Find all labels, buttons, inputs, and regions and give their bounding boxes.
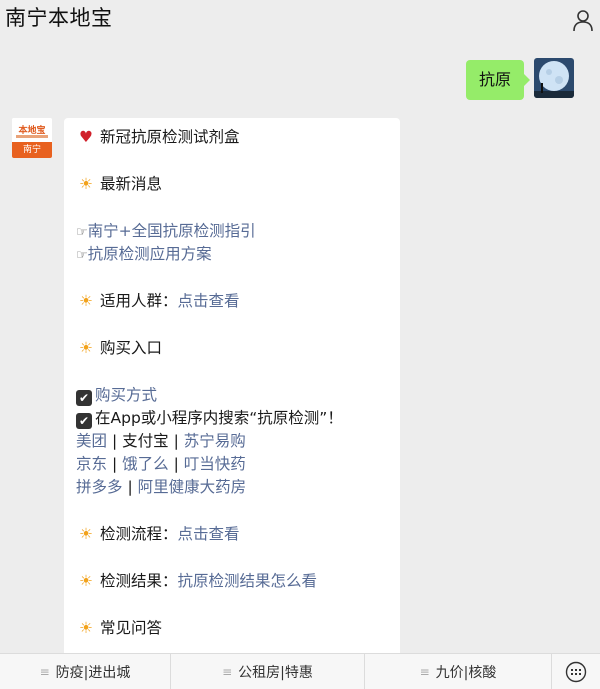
- separator: |: [127, 478, 133, 496]
- process-link[interactable]: 点击查看: [178, 525, 240, 543]
- separator: |: [111, 455, 118, 473]
- menu-icon: ≡: [419, 665, 430, 679]
- checkmark-icon: ✔: [76, 413, 92, 429]
- user-message-bubble[interactable]: 抗原: [465, 60, 531, 100]
- menu-tab-label: 九价|核酸: [435, 665, 497, 681]
- sun-icon: ☀: [79, 339, 93, 357]
- sun-icon: ☀: [79, 619, 93, 637]
- purchase-method-link[interactable]: 购买方式: [95, 386, 157, 404]
- heart-icon: ♥: [79, 128, 93, 146]
- dingdang-link[interactable]: 叮当快药: [184, 455, 246, 473]
- menu-tab-vaccine[interactable]: ≡ 九价|核酸: [365, 654, 552, 689]
- reply-heading: 新冠抗原检测试剂盒: [100, 128, 240, 146]
- meituan-link[interactable]: 美团: [76, 432, 107, 450]
- result-label: 检测结果：: [100, 572, 178, 590]
- menu-icon: ≡: [222, 665, 233, 679]
- jd-link[interactable]: 京东: [76, 455, 107, 473]
- sun-icon: ☀: [79, 175, 93, 193]
- user-profile-icon[interactable]: [572, 9, 594, 33]
- separator: |: [111, 432, 118, 450]
- target-group-link[interactable]: 点击查看: [178, 292, 240, 310]
- bot-logo-city: 南宁: [12, 142, 52, 158]
- result-link[interactable]: 抗原检测结果怎么看: [178, 572, 318, 590]
- bottom-menu: ≡ 防疫|进出城 ≡ 公租房|特惠 ≡ 九价|核酸: [0, 653, 600, 689]
- menu-icon: ≡: [39, 665, 50, 679]
- sun-icon: ☀: [79, 572, 93, 590]
- target-group-label: 适用人群：: [100, 292, 178, 310]
- header: 南宁本地宝: [0, 0, 600, 48]
- bot-reply-bubble: ♥ 新冠抗原检测试剂盒 ☀ 最新消息 ☞南宁+全国抗原检测指引 ☞抗原检测应用方案 …: [64, 118, 400, 658]
- alihealth-link[interactable]: 阿里健康大药房: [138, 478, 247, 496]
- bot-logo-text: 本地宝: [12, 118, 52, 142]
- purchase-heading: 购买入口: [100, 339, 163, 357]
- keyboard-toggle[interactable]: [552, 654, 600, 689]
- menu-tab-housing[interactable]: ≡ 公租房|特惠: [171, 654, 365, 689]
- alipay-text: 支付宝: [122, 432, 169, 450]
- faq-heading: 常见问答: [100, 619, 163, 637]
- pointing-hand-icon: ☞: [76, 248, 88, 263]
- separator: |: [173, 432, 179, 450]
- eleme-link[interactable]: 饿了么: [122, 455, 169, 473]
- sun-icon: ☀: [79, 292, 93, 310]
- chat-area[interactable]: 抗原 本地宝 南宁 ♥ 新冠抗原检测试剂盒 ☀ 最新消息 ☞南宁+全国抗原检测指引 …: [0, 48, 600, 658]
- user-avatar[interactable]: [534, 58, 574, 98]
- process-label: 检测流程：: [100, 525, 178, 543]
- pinduoduo-link[interactable]: 拼多多: [76, 478, 123, 496]
- bot-avatar[interactable]: 本地宝 南宁: [12, 118, 52, 158]
- chat-title: 南宁本地宝: [5, 6, 113, 30]
- menu-tab-label: 防疫|进出城: [55, 665, 131, 681]
- menu-tab-epidemic[interactable]: ≡ 防疫|进出城: [0, 654, 171, 689]
- keyboard-icon: [565, 661, 587, 682]
- pointing-hand-icon: ☞: [76, 225, 88, 240]
- guide-link[interactable]: 南宁+全国抗原检测指引: [88, 222, 256, 240]
- sun-icon: ☀: [79, 525, 93, 543]
- suning-link[interactable]: 苏宁易购: [184, 432, 246, 450]
- moon-avatar-icon: [534, 58, 574, 98]
- separator: |: [173, 455, 179, 473]
- plan-link[interactable]: 抗原检测应用方案: [88, 245, 212, 263]
- menu-tab-label: 公租房|特惠: [238, 665, 313, 681]
- logo-stripe: [16, 135, 48, 138]
- checkmark-icon: ✔: [76, 390, 92, 406]
- search-tip-text: 在App或小程序内搜索“抗原检测”！: [95, 409, 343, 427]
- latest-news-heading: 最新消息: [100, 175, 163, 193]
